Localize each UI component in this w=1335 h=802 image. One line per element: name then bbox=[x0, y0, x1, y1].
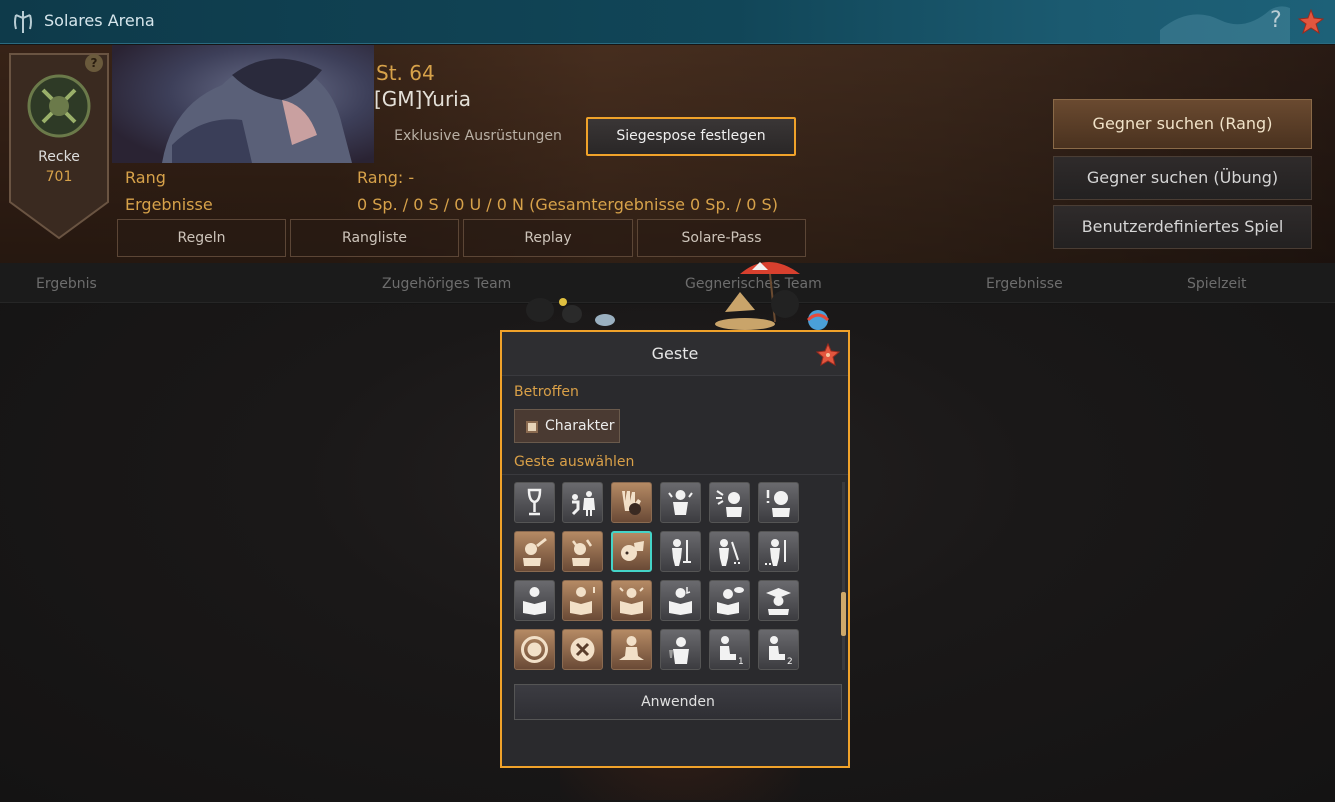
player-level: St. 64 bbox=[376, 61, 435, 85]
stop-hand-icon[interactable] bbox=[611, 482, 652, 523]
col-results: Ergebnisse bbox=[986, 276, 1063, 292]
svg-text:2: 2 bbox=[787, 657, 793, 665]
bravo-icon[interactable] bbox=[514, 531, 555, 572]
character-figure bbox=[162, 58, 352, 163]
wave-icon[interactable] bbox=[611, 531, 652, 572]
sweep-2-icon[interactable] bbox=[709, 531, 750, 572]
col-own-team: Zugehöriges Team bbox=[382, 276, 512, 292]
target-option-label: Charakter bbox=[545, 418, 615, 434]
col-playtime: Spielzeit bbox=[1187, 276, 1247, 292]
find-practice-match-button[interactable]: Gegner suchen (Übung) bbox=[1053, 156, 1312, 200]
sit-2-icon[interactable]: 2 bbox=[758, 629, 799, 670]
badge-class: Recke bbox=[38, 149, 80, 165]
beach-decoration bbox=[526, 262, 830, 330]
rank-label: Rang bbox=[125, 168, 166, 187]
results-value: 0 Sp. / 0 S / 0 U / 0 N (Gesamtergebniss… bbox=[357, 195, 778, 214]
select-gesture-label: Geste auswählen bbox=[514, 454, 635, 470]
help-button[interactable]: ? bbox=[1270, 8, 1282, 33]
graduate-icon[interactable] bbox=[758, 580, 799, 621]
tab-rules[interactable]: Regeln bbox=[117, 219, 286, 257]
custom-game-button[interactable]: Benutzerdefiniertes Spiel bbox=[1053, 205, 1312, 249]
dialog-title: Geste bbox=[651, 344, 699, 363]
read-think-icon[interactable] bbox=[709, 580, 750, 621]
drink-icon[interactable] bbox=[660, 629, 701, 670]
exclusive-equipment-button[interactable]: Exklusive Ausrüstungen bbox=[380, 120, 576, 152]
wine-glass-icon[interactable] bbox=[514, 482, 555, 523]
arena-logo-icon bbox=[14, 11, 32, 33]
rank-badge bbox=[9, 53, 109, 240]
target-label: Betroffen bbox=[514, 384, 579, 400]
rank-help-button[interactable]: ? bbox=[85, 54, 103, 72]
shout-icon[interactable] bbox=[709, 482, 750, 523]
read-music-icon[interactable] bbox=[660, 580, 701, 621]
svg-text:1: 1 bbox=[738, 657, 744, 665]
meditate-icon[interactable] bbox=[611, 629, 652, 670]
find-ranked-match-button[interactable]: Gegner suchen (Rang) bbox=[1053, 99, 1312, 149]
checkbox-icon bbox=[526, 421, 538, 433]
wave-decoration bbox=[1160, 6, 1290, 44]
read-worried-icon[interactable] bbox=[611, 580, 652, 621]
gesture-scrollbar-thumb[interactable] bbox=[841, 592, 846, 636]
cheer-icon[interactable] bbox=[562, 531, 603, 572]
surprised-icon[interactable] bbox=[758, 482, 799, 523]
apply-button[interactable]: Anwenden bbox=[514, 684, 842, 720]
x-mark-icon[interactable] bbox=[562, 629, 603, 670]
gesture-dialog: Geste Betroffen Charakter Geste auswähle… bbox=[500, 330, 850, 768]
target-character-checkbox[interactable]: Charakter bbox=[514, 409, 620, 443]
sweep-icon[interactable] bbox=[660, 531, 701, 572]
player-name: [GM]Yuria bbox=[374, 87, 471, 111]
close-starfish-icon[interactable] bbox=[816, 343, 840, 367]
window-title: Solares Arena bbox=[44, 11, 155, 30]
rank-value: Rang: - bbox=[357, 168, 415, 187]
victory-pose-button[interactable]: Siegespose festlegen bbox=[586, 117, 796, 156]
read-alert-icon[interactable] bbox=[562, 580, 603, 621]
dialog-header: Geste bbox=[502, 332, 848, 376]
sweep-3-icon[interactable] bbox=[758, 531, 799, 572]
results-label: Ergebnisse bbox=[125, 195, 213, 214]
character-portrait bbox=[112, 45, 374, 163]
proposal-icon[interactable] bbox=[562, 482, 603, 523]
badge-points: 701 bbox=[45, 169, 73, 185]
close-starfish-icon[interactable] bbox=[1298, 9, 1324, 35]
title-bar: Solares Arena ? bbox=[0, 0, 1335, 44]
confused-icon[interactable] bbox=[660, 482, 701, 523]
read-icon[interactable] bbox=[514, 580, 555, 621]
circle-icon[interactable] bbox=[514, 629, 555, 670]
col-result: Ergebnis bbox=[36, 276, 97, 292]
sit-1-icon[interactable]: 1 bbox=[709, 629, 750, 670]
tab-ranking[interactable]: Rangliste bbox=[290, 219, 459, 257]
gesture-scrollbar-track[interactable] bbox=[842, 482, 845, 670]
